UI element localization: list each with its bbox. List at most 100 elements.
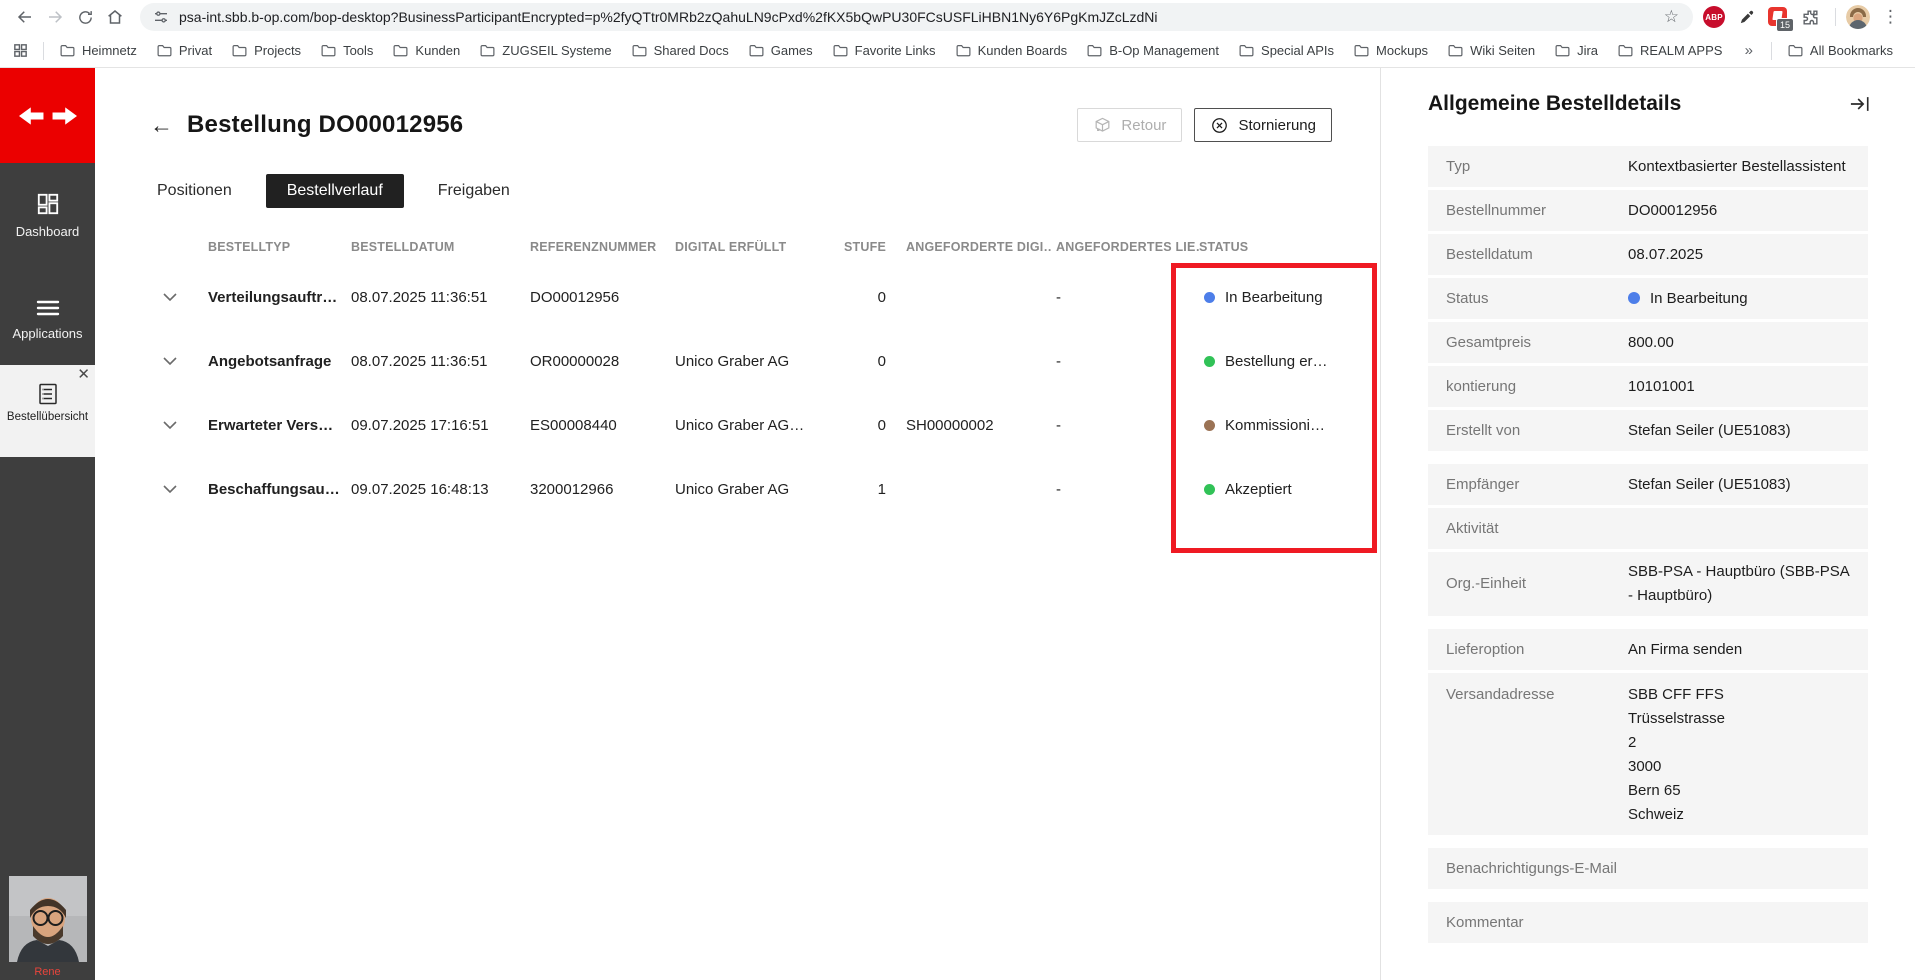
apps-grid-icon[interactable] — [12, 42, 29, 59]
bookmark-item[interactable]: REALM APPS — [1608, 40, 1732, 61]
folder-icon — [1239, 44, 1254, 57]
bookmarks-overflow-icon[interactable]: » — [1733, 42, 1765, 59]
sidebar-item-bestelluebersicht[interactable]: ✕ Bestellübersicht — [0, 365, 95, 457]
bookmark-item[interactable]: Favorite Links — [823, 40, 946, 61]
detail-value: 800.00 — [1628, 333, 1674, 351]
chevron-down-icon[interactable] — [150, 356, 208, 366]
browser-window: psa-int.sbb.b-op.com/bop-desktop?Busines… — [0, 0, 1915, 980]
tab-bestellverlauf[interactable]: Bestellverlauf — [265, 174, 404, 208]
user-photo[interactable] — [9, 876, 87, 962]
detail-label: Benachrichtigungs-E-Mail — [1446, 859, 1617, 877]
sidebar-item-applications[interactable]: Applications — [0, 297, 95, 341]
browser-menu-icon[interactable]: ⋮ — [1876, 7, 1905, 27]
detail-row: Empfänger Stefan Seiler (UE51083) — [1428, 464, 1868, 505]
retour-button[interactable]: Retour — [1077, 108, 1183, 142]
status-cell: In Bearbeitung — [1199, 289, 1369, 306]
bookmark-item[interactable]: Tools — [311, 40, 383, 61]
return-box-icon — [1095, 117, 1110, 132]
details-rows: Typ Kontextbasierter Bestellassistent Be… — [1428, 146, 1868, 946]
bookmark-item[interactable]: Kunden Boards — [946, 40, 1078, 61]
forward-icon[interactable] — [40, 2, 70, 32]
url-text[interactable]: psa-int.sbb.b-op.com/bop-desktop?Busines… — [179, 9, 1656, 25]
status-label: Kommissioni… — [1225, 416, 1326, 434]
tab-freigaben[interactable]: Freigaben — [434, 174, 514, 208]
bookmark-item[interactable]: Jira — [1545, 40, 1608, 61]
detail-label: Gesamtpreis — [1446, 333, 1532, 351]
bookmark-item[interactable]: Heimnetz — [50, 40, 147, 61]
status-dot — [1204, 291, 1215, 303]
folder-icon — [1555, 44, 1570, 57]
detail-value: Stefan Seiler (UE51083) — [1628, 475, 1791, 493]
bookmark-item[interactable]: Kunden — [383, 40, 470, 61]
detail-label: Erstellt von — [1446, 421, 1521, 439]
adblock-extension-icon[interactable]: ABP — [1703, 6, 1725, 28]
table-row[interactable]: Erwarteter Vers… 09.07.2025 17:16:51 ES0… — [150, 393, 1369, 457]
password-manager-extension-icon[interactable]: 15 — [1767, 6, 1794, 32]
folder-icon — [749, 44, 764, 57]
bookmark-star-icon[interactable]: ☆ — [1656, 7, 1687, 27]
bookmark-item[interactable]: Mockups — [1344, 40, 1438, 61]
folder-icon — [480, 44, 495, 57]
folder-icon — [956, 44, 971, 57]
page-title: Bestellung DO00012956 — [187, 111, 464, 138]
chevron-down-icon[interactable] — [150, 292, 208, 302]
all-bookmarks-button[interactable]: All Bookmarks — [1778, 40, 1903, 61]
toolbar-divider — [1835, 8, 1836, 26]
column-header: ANGEFORDERTE DIGI… — [906, 239, 1052, 254]
detail-row: Bestellnummer DO00012956 — [1428, 190, 1868, 231]
bookmark-item[interactable]: Games — [739, 40, 823, 61]
detail-value: SBB-PSA - Hauptbüro (SBB-PSA - Hauptbüro… — [1628, 563, 1849, 604]
app-sidebar: Dashboard Applications ✕ Bestellübersich… — [0, 68, 95, 980]
detail-row: Benachrichtigungs-E-Mail — [1428, 848, 1868, 889]
detail-label: kontierung — [1446, 377, 1517, 395]
close-icon[interactable]: ✕ — [77, 367, 90, 383]
site-info-icon[interactable] — [152, 8, 170, 26]
address-bar[interactable]: psa-int.sbb.b-op.com/bop-desktop?Busines… — [140, 3, 1693, 31]
eyedropper-extension-icon[interactable] — [1731, 2, 1761, 32]
table-row[interactable]: Verteilungsauftr… 08.07.2025 11:36:51 DO… — [150, 265, 1369, 329]
chevron-down-icon[interactable] — [150, 484, 208, 494]
detail-label: Kommentar — [1446, 913, 1524, 931]
detail-label: Bestelldatum — [1446, 245, 1533, 263]
back-icon[interactable] — [10, 2, 40, 32]
collapse-panel-icon[interactable] — [1849, 94, 1871, 119]
folder-icon — [232, 44, 247, 57]
sbb-logo[interactable] — [0, 68, 95, 163]
tab-bar: Positionen Bestellverlauf Freigaben — [153, 174, 514, 208]
folder-icon — [321, 44, 336, 57]
detail-row: kontierung 10101001 — [1428, 366, 1868, 407]
column-header: DIGITAL ERFÜLLT — [675, 239, 787, 254]
column-header: STUFE — [844, 239, 886, 254]
folder-icon — [393, 44, 408, 57]
detail-value: 10101001 — [1628, 377, 1695, 395]
stornierung-button[interactable]: Stornierung — [1194, 108, 1332, 142]
header-actions: Retour Stornierung — [1077, 108, 1332, 142]
tab-positionen[interactable]: Positionen — [153, 174, 236, 208]
bookmark-item[interactable]: Shared Docs — [622, 40, 739, 61]
home-icon[interactable] — [100, 2, 130, 32]
detail-row: Lieferoption An Firma senden — [1428, 629, 1868, 670]
profile-avatar[interactable] — [1846, 5, 1870, 29]
status-dot — [1204, 483, 1215, 495]
detail-value: Kontextbasierter Bestellassistent — [1628, 157, 1846, 175]
bookmark-item[interactable]: B-Op Management — [1077, 40, 1229, 61]
detail-row: Org.-Einheit SBB-PSA - Hauptbüro (SBB-PS… — [1428, 552, 1868, 616]
table-row[interactable]: Beschaffungsau… 09.07.2025 16:48:13 3200… — [150, 457, 1369, 521]
page-back-icon[interactable]: ← — [150, 113, 173, 137]
bookmark-item[interactable]: Privat — [147, 40, 222, 61]
bookmark-item[interactable]: Projects — [222, 40, 311, 61]
detail-row: Gesamtpreis 800.00 — [1428, 322, 1868, 363]
status-label: In Bearbeitung — [1225, 288, 1323, 306]
extensions-puzzle-icon[interactable] — [1795, 2, 1825, 32]
bookmark-item[interactable]: Wiki Seiten — [1438, 40, 1545, 61]
column-header: REFERENZNUMMER — [530, 239, 657, 254]
refresh-icon[interactable] — [70, 2, 100, 32]
bookmark-item[interactable]: ZUGSEIL Systeme — [470, 40, 621, 61]
table-row[interactable]: Angebotsanfrage 08.07.2025 11:36:51 OR00… — [150, 329, 1369, 393]
status-cell: Bestellung er… — [1199, 353, 1369, 370]
applications-menu-icon — [0, 297, 95, 319]
column-header: STATUS — [1199, 239, 1249, 254]
bookmark-item[interactable]: Special APIs — [1229, 40, 1344, 61]
chevron-down-icon[interactable] — [150, 420, 208, 430]
sidebar-item-dashboard[interactable]: Dashboard — [0, 191, 95, 239]
